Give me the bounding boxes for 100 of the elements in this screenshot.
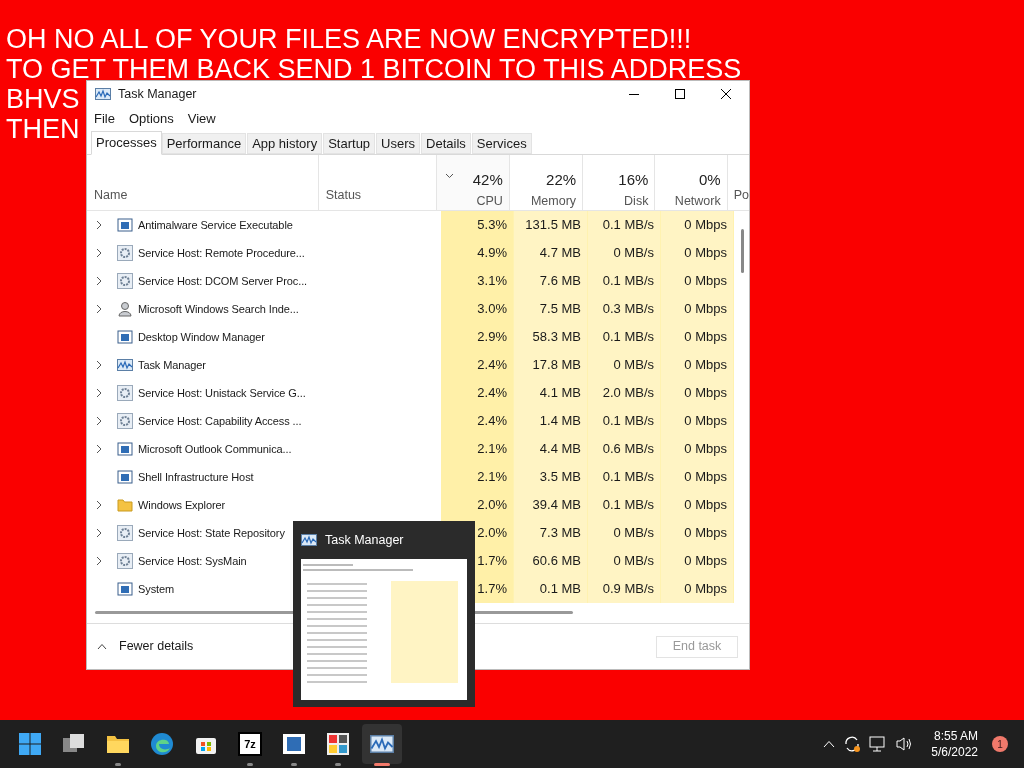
palette-icon[interactable] (326, 732, 350, 756)
chart-icon (95, 88, 111, 100)
table-cell: 17.8 MB (514, 351, 588, 379)
gear-icon (117, 553, 133, 569)
process-name: Windows Explorer (138, 497, 226, 513)
table-cell: 0 Mbps (661, 351, 734, 379)
expand-chevron-icon[interactable] (95, 360, 103, 370)
column-header[interactable]: Po (727, 155, 749, 210)
table-cell: 4.7 MB (514, 239, 588, 267)
running-indicator (115, 763, 121, 766)
person-search-icon (117, 301, 133, 317)
scrollbar-thumb[interactable] (741, 229, 744, 273)
window-icon[interactable] (282, 732, 306, 756)
ransom-message-line: TO GET THEM BACK SEND 1 BITCOIN TO THIS ADDRESS (6, 54, 742, 84)
table-cell: 0 MB/s (588, 519, 661, 547)
table-cell: 0.6 MB/s (588, 435, 661, 463)
table-cell: 0 Mbps (661, 575, 734, 603)
table-cell: 2.4% (441, 407, 514, 435)
table-cell: 0 MB/s (588, 239, 661, 267)
table-cell: 7.6 MB (514, 267, 588, 295)
gear-icon (117, 413, 133, 429)
table-cell: 0 Mbps (661, 407, 734, 435)
window-title: Task Manager (118, 85, 197, 103)
expand-chevron-icon[interactable] (95, 388, 103, 398)
menu-item[interactable]: Options (128, 109, 174, 129)
expand-chevron-icon[interactable] (95, 556, 103, 566)
tab[interactable]: Startup (323, 133, 376, 154)
table-cell: 3.5 MB (514, 463, 588, 491)
chevron-up-icon[interactable] (823, 740, 836, 748)
process-name: Service Host: DCOM Server Proc... (138, 273, 308, 289)
process-name: Microsoft Outlook Communica... (138, 441, 292, 457)
window-icon (117, 469, 133, 485)
notification-badge[interactable]: 1 (992, 736, 1008, 752)
gear-icon (117, 273, 133, 289)
ransom-message-line: BHVS (6, 84, 80, 114)
process-name: Service Host: State Repository (138, 525, 285, 541)
clock[interactable]: 8:55 AM 5/6/2022 (931, 728, 978, 760)
table-cell: 4.4 MB (514, 435, 588, 463)
column-header[interactable]: Name (87, 155, 319, 210)
expand-chevron-icon[interactable] (95, 220, 103, 230)
menu-item[interactable]: File (94, 109, 115, 129)
table-cell: 2.1% (441, 463, 514, 491)
speaker-icon[interactable] (895, 736, 914, 752)
windows-logo-icon[interactable] (18, 732, 42, 756)
tab[interactable]: Performance (161, 133, 247, 154)
tab[interactable]: Services (471, 133, 532, 154)
table-cell: 7.3 MB (514, 519, 588, 547)
table-cell: 0 Mbps (661, 519, 734, 547)
process-name: Microsoft Windows Search Inde... (138, 301, 299, 317)
column-header[interactable]: 22% Memory (509, 155, 584, 210)
tab[interactable]: Processes (91, 131, 162, 155)
process-name: Task Manager (138, 357, 206, 373)
column-header[interactable]: 42% CPU (437, 155, 510, 210)
table-cell: 0.3 MB/s (588, 295, 661, 323)
tab[interactable]: Details (421, 133, 471, 154)
menu-item[interactable]: View (187, 109, 216, 129)
window-icon (117, 441, 133, 457)
chart-icon (370, 734, 394, 754)
collapse-chevron-icon[interactable] (97, 643, 107, 650)
expand-chevron-icon[interactable] (95, 304, 103, 314)
table-cell: 0 Mbps (661, 211, 734, 239)
window-thumbnail-drawing[interactable] (301, 559, 467, 700)
expand-chevron-icon[interactable] (95, 248, 103, 258)
column-percent: 42% (472, 170, 503, 190)
table-cell: 0 Mbps (661, 379, 734, 407)
table-cell: 0 Mbps (661, 435, 734, 463)
expand-chevron-icon[interactable] (95, 500, 103, 510)
table-cell: 0.9 MB/s (588, 575, 661, 603)
archive-app-icon[interactable]: 7z (238, 732, 262, 756)
table-cell: 0.1 MB/s (588, 323, 661, 351)
tab[interactable]: Users (376, 133, 421, 154)
process-name: Desktop Window Manager (138, 329, 265, 345)
table-cell: 2.0 MB/s (588, 379, 661, 407)
network-icon[interactable] (869, 736, 888, 752)
running-indicator (291, 763, 297, 766)
process-name: Service Host: Unistack Service G... (138, 385, 306, 401)
running-indicator (374, 763, 390, 766)
wave-swirl-icon[interactable] (150, 732, 174, 756)
expand-chevron-icon[interactable] (95, 444, 103, 454)
expand-chevron-icon[interactable] (95, 276, 103, 286)
table-cell: 1.4 MB (514, 407, 588, 435)
expand-chevron-icon[interactable] (95, 528, 103, 538)
column-header[interactable]: 0% Network (655, 155, 728, 210)
fewer-details-link[interactable]: Fewer details (119, 637, 194, 656)
column-label: CPU (476, 192, 503, 210)
column-header[interactable]: 16% Disk (583, 155, 656, 210)
column-label: Disk (624, 192, 649, 210)
table-cell: 131.5 MB (514, 211, 588, 239)
table-cell: 3.0% (441, 295, 514, 323)
expand-chevron-icon[interactable] (95, 416, 103, 426)
tab[interactable]: App history (247, 133, 323, 154)
clock-time: 8:55 AM (933, 728, 978, 744)
table-cell: 7.5 MB (514, 295, 588, 323)
table-cell: 2.9% (441, 323, 514, 351)
running-indicator (247, 763, 253, 766)
preview-title: Task Manager (325, 531, 404, 549)
table-cell: 0.1 MB (514, 575, 588, 603)
table-cell: 2.0% (441, 491, 514, 519)
sync-icon[interactable] (843, 735, 862, 753)
process-name: Shell Infrastructure Host (138, 469, 254, 485)
